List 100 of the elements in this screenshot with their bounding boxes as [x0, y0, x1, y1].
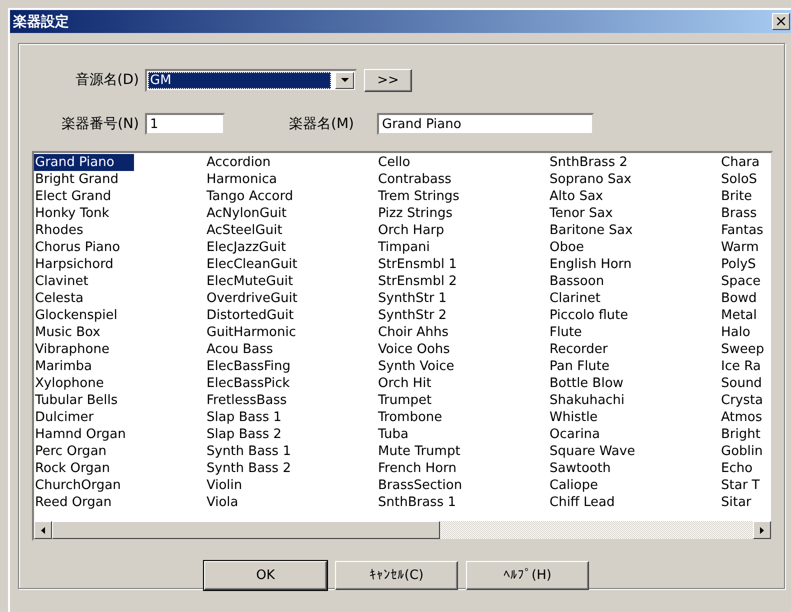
instrument-item[interactable]: Glockenspiel [34, 307, 138, 324]
scroll-right-icon[interactable] [753, 521, 771, 539]
instrument-item[interactable]: Recorder [548, 341, 628, 358]
instrument-item[interactable]: Caliope [548, 477, 618, 494]
instrument-item[interactable]: Chara [720, 154, 771, 171]
instrument-item[interactable]: StrEnsmbl 2 [377, 273, 477, 290]
instrument-item[interactable]: Bottle Blow [548, 375, 644, 392]
instrument-item[interactable]: French Horn [377, 460, 476, 477]
instrument-item[interactable]: Star T [720, 477, 771, 494]
instrument-item[interactable]: Pan Flute [548, 358, 630, 375]
instrument-item[interactable]: Bassoon [548, 273, 624, 290]
instrument-item[interactable]: Warm [720, 239, 771, 256]
instrument-item[interactable]: Tango Accord [206, 188, 314, 205]
instrument-item[interactable]: Sound [720, 375, 771, 392]
instrument-item[interactable]: Soprano Sax [548, 171, 652, 188]
instrument-item[interactable]: Synth Bass 2 [206, 460, 311, 477]
instrument-item[interactable]: Grand Piano [34, 154, 134, 171]
instrument-item[interactable]: BrassSection [377, 477, 482, 494]
horizontal-scrollbar[interactable] [34, 521, 771, 539]
instrument-item[interactable]: Accordion [206, 154, 291, 171]
instrument-item[interactable]: ElecCleanGuit [206, 256, 318, 273]
instrument-item[interactable]: ElecJazzGuit [206, 239, 306, 256]
instrument-item[interactable]: Flute [548, 324, 602, 341]
instrument-item[interactable]: AcSteelGuit [206, 222, 302, 239]
instrument-item[interactable]: Slap Bass 1 [206, 409, 302, 426]
instrument-item[interactable]: SnthBrass 2 [548, 154, 648, 171]
instrument-item[interactable]: SnthBrass 1 [377, 494, 476, 511]
instrument-item[interactable]: Timpani [377, 239, 450, 256]
instrument-item[interactable]: Trombone [377, 409, 462, 426]
instrument-item[interactable]: Brite [720, 188, 771, 205]
instrument-item[interactable]: Cello [377, 154, 430, 171]
instrument-item[interactable]: Violin [206, 477, 262, 494]
scroll-left-icon[interactable] [34, 521, 52, 539]
instrument-name-field[interactable]: Grand Piano [377, 113, 594, 135]
instrument-item[interactable]: Clarinet [548, 290, 620, 307]
instrument-item[interactable]: Echo [720, 460, 771, 477]
instrument-item[interactable]: Voice Oohs [377, 341, 470, 358]
dialog-button[interactable]: OK [204, 561, 327, 590]
instrument-item[interactable]: Mute Trumpt [377, 443, 480, 460]
instrument-item[interactable]: Bright [720, 426, 771, 443]
instrument-item[interactable]: Tuba [377, 426, 428, 443]
instrument-item[interactable]: Clavinet [34, 273, 108, 290]
instrument-item[interactable]: Rhodes [34, 222, 104, 239]
instrument-item[interactable]: GuitHarmonic [206, 324, 316, 341]
instrument-item[interactable]: OverdriveGuit [206, 290, 318, 307]
instrument-item[interactable]: Oboe [548, 239, 604, 256]
instrument-item[interactable]: Sweep [720, 341, 771, 358]
instrument-item[interactable]: Fantas [720, 222, 771, 239]
instrument-item[interactable]: SynthStr 2 [377, 307, 467, 324]
instrument-item[interactable]: SoloS [720, 171, 771, 188]
instrument-item[interactable]: Shakuhachi [548, 392, 645, 409]
scroll-thumb[interactable] [52, 521, 440, 539]
instrument-item[interactable]: Chiff Lead [548, 494, 635, 511]
instrument-item[interactable]: Acou Bass [206, 341, 294, 358]
instrument-item[interactable]: Sawtooth [548, 460, 631, 477]
instrument-item[interactable]: Orch Harp [377, 222, 464, 239]
instrument-item[interactable]: Harmonica [206, 171, 297, 188]
instrument-item[interactable]: Xylophone [34, 375, 124, 392]
instrument-item[interactable]: Baritone Sax [548, 222, 653, 239]
instrument-item[interactable]: Tenor Sax [548, 205, 633, 222]
instrument-item[interactable]: Celesta [34, 290, 104, 307]
instrument-item[interactable]: Ice Ra [720, 358, 771, 375]
instrument-item[interactable]: Goblin [720, 443, 771, 460]
instrument-item[interactable]: Space [720, 273, 771, 290]
instrument-item[interactable]: Bright Grand [34, 171, 138, 188]
instrument-item[interactable]: Marimba [34, 358, 112, 375]
instrument-item[interactable]: PolyS [720, 256, 771, 273]
instrument-item[interactable]: Piccolo flute [548, 307, 648, 324]
instrument-item[interactable]: DistortedGuit [206, 307, 314, 324]
instrument-item[interactable]: Square Wave [548, 443, 656, 460]
dialog-button[interactable]: ﾍﾙﾌﾟ(H) [466, 561, 589, 590]
instrument-item[interactable]: Hamnd Organ [34, 426, 146, 443]
instrument-item[interactable]: Metal [720, 307, 771, 324]
instrument-item[interactable]: Alto Sax [548, 188, 624, 205]
instrument-item[interactable]: Pizz Strings [377, 205, 473, 222]
instrument-item[interactable]: SynthStr 1 [377, 290, 467, 307]
instrument-item[interactable]: Synth Bass 1 [206, 443, 311, 460]
instrument-item[interactable]: ChurchOrgan [34, 477, 141, 494]
instrument-number-field[interactable]: 1 [145, 113, 225, 135]
instrument-item[interactable]: Choir Ahhs [377, 324, 469, 341]
instrument-item[interactable]: Bowd [720, 290, 771, 307]
instrument-item[interactable]: ElecMuteGuit [206, 273, 314, 290]
instrument-item[interactable]: Dulcimer [34, 409, 114, 426]
sound-source-dropdown[interactable]: GM [145, 68, 357, 92]
instrument-item[interactable]: Slap Bass 2 [206, 426, 302, 443]
instrument-item[interactable]: Chorus Piano [34, 239, 140, 256]
instrument-item[interactable]: Sitar [720, 494, 771, 511]
instrument-item[interactable]: Synth Voice [377, 358, 474, 375]
instrument-item[interactable]: Rock Organ [34, 460, 130, 477]
instrument-item[interactable]: Crysta [720, 392, 771, 409]
instrument-item[interactable]: Perc Organ [34, 443, 127, 460]
more-button[interactable]: >> [364, 68, 412, 92]
instrument-item[interactable]: Trumpet [377, 392, 452, 409]
instrument-item[interactable]: Trem Strings [377, 188, 480, 205]
instrument-item[interactable]: Vibraphone [34, 341, 130, 358]
instrument-item[interactable]: Viola [206, 494, 258, 511]
dialog-button[interactable]: ｷｬﾝｾﾙ(C) [335, 561, 458, 590]
instrument-item[interactable]: AcNylonGuit [206, 205, 307, 222]
instrument-item[interactable]: Harpsichord [34, 256, 134, 273]
instrument-item[interactable]: StrEnsmbl 1 [377, 256, 477, 273]
